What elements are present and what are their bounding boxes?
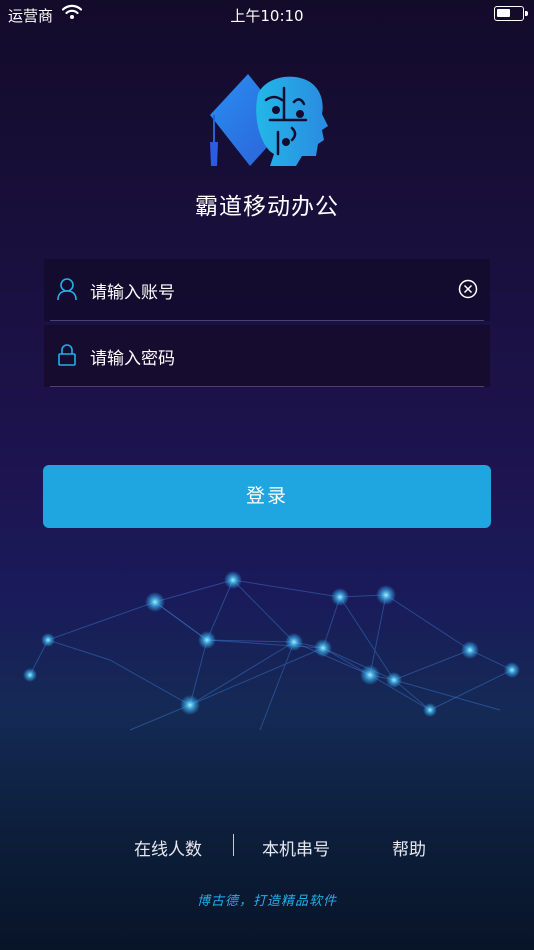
help-link[interactable]: 帮助 [392, 835, 426, 860]
app-title: 霸道移动办公 [195, 194, 339, 220]
footer-links: 在线人数 本机串号 帮助 [0, 832, 534, 860]
device-serial-link[interactable]: 本机串号 [262, 835, 330, 860]
account-field[interactable]: 请输入账号 [44, 259, 490, 321]
password-field[interactable]: 请输入密码 [44, 325, 490, 387]
login-button[interactable]: 登录 [43, 465, 491, 528]
network-background [0, 560, 534, 760]
battery-icon [494, 6, 528, 21]
status-bar: 运营商 上午10:10 [0, 0, 534, 28]
divider [233, 834, 234, 856]
lock-icon [56, 343, 78, 367]
app-logo [204, 70, 332, 170]
user-icon [56, 277, 78, 301]
slogan: 博古德，打造精品软件 [196, 894, 337, 909]
clock: 上午10:10 [230, 7, 304, 25]
account-input[interactable]: 请输入账号 [90, 278, 175, 303]
online-users-link[interactable]: 在线人数 [134, 835, 202, 860]
clear-icon[interactable] [458, 279, 478, 299]
password-input[interactable]: 请输入密码 [90, 344, 175, 369]
